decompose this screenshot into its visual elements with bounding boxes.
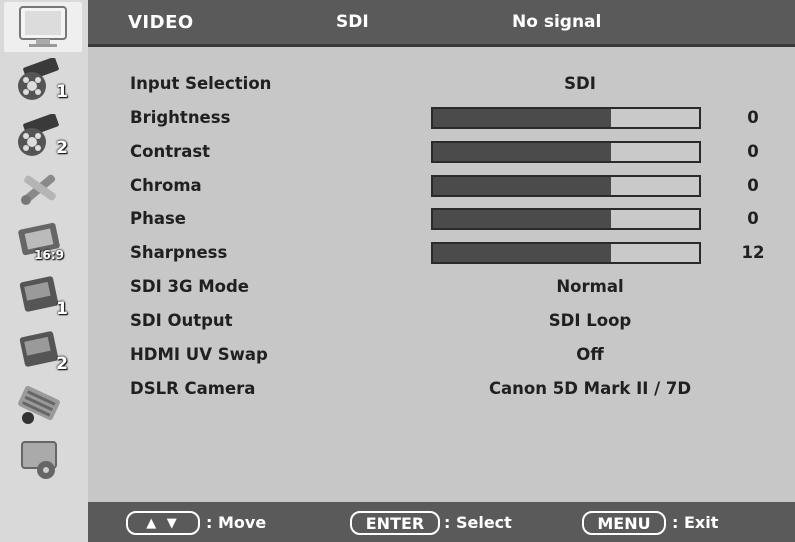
enter-key-label: ENTER [365, 513, 425, 533]
sidebar-badge: 1 [56, 299, 68, 319]
menu-label: Chroma [130, 176, 202, 195]
sidebar-badge: 1 [56, 82, 68, 102]
exit-hint: : Exit [672, 513, 719, 532]
tools-icon [14, 166, 64, 210]
footer-bar: ▲ ▼ : Move ENTER : Select MENU : Exit [88, 502, 795, 542]
contrast-slider[interactable] [431, 141, 701, 163]
sidebar-item-film-1[interactable]: 1 [12, 58, 68, 102]
sidebar: 1 2 16:9 1 2 [0, 0, 88, 542]
move-key[interactable]: ▲ ▼ [126, 511, 200, 535]
main-panel: VIDEO SDI No signal Input Selection SDI … [88, 0, 795, 542]
menu-label: Contrast [130, 142, 211, 161]
up-down-arrows-icon: ▲ ▼ [146, 515, 180, 531]
sidebar-item-display[interactable] [4, 2, 82, 52]
signal-status: No signal [512, 12, 602, 32]
menu-value: SDI [564, 74, 596, 93]
slider-fill [433, 210, 612, 228]
menu-label: DSLR Camera [130, 379, 256, 398]
chroma-slider[interactable] [431, 175, 701, 197]
menu-value: SDI Loop [548, 311, 632, 330]
phase-slider[interactable] [431, 208, 701, 230]
sidebar-item-keyboard[interactable] [12, 384, 66, 428]
menu-value: Normal [556, 277, 624, 296]
menu-label: Sharpness [130, 243, 228, 262]
slider-value: 12 [741, 243, 765, 262]
menu-label: SDI Output [130, 311, 233, 330]
menu-label: HDMI UV Swap [130, 345, 268, 364]
monitor-icon [16, 5, 70, 49]
slider-fill [433, 244, 612, 262]
sidebar-badge: 2 [56, 354, 68, 374]
menu-value: Off [576, 345, 604, 364]
menu-title: VIDEO [128, 12, 194, 33]
slider-value: 0 [747, 108, 759, 127]
slider-value: 0 [747, 142, 759, 161]
menu-value: Canon 5D Mark II / 7D [488, 379, 692, 398]
sharpness-slider[interactable] [431, 242, 701, 264]
slider-fill [433, 177, 612, 195]
settings-screen-icon [14, 438, 64, 482]
sidebar-item-setup[interactable] [12, 438, 66, 482]
menu-key[interactable]: MENU [582, 511, 666, 535]
sidebar-badge: 16:9 [34, 248, 64, 262]
sidebar-item-caption-2[interactable]: 2 [12, 330, 68, 374]
slider-value: 0 [747, 209, 759, 228]
sidebar-item-aspect[interactable]: 16:9 [12, 222, 66, 266]
keyboard-icon [14, 384, 64, 428]
menu-label: SDI 3G Mode [130, 277, 249, 296]
menu-key-label: MENU [597, 513, 651, 533]
sidebar-item-film-2[interactable]: 2 [12, 114, 68, 158]
slider-fill [433, 143, 612, 161]
move-hint: : Move [206, 513, 267, 532]
input-source: SDI [336, 12, 369, 32]
slider-value: 0 [747, 176, 759, 195]
select-hint: : Select [444, 513, 512, 532]
sidebar-item-caption-1[interactable]: 1 [12, 275, 68, 319]
title-bar: VIDEO SDI No signal [88, 0, 795, 47]
menu-label: Phase [130, 209, 186, 228]
enter-key[interactable]: ENTER [350, 511, 440, 535]
sidebar-badge: 2 [56, 138, 68, 158]
brightness-slider[interactable] [431, 107, 701, 129]
menu-label: Input Selection [130, 74, 272, 93]
menu-label: Brightness [130, 108, 231, 127]
sidebar-item-tools[interactable] [12, 166, 66, 210]
slider-fill [433, 109, 612, 127]
